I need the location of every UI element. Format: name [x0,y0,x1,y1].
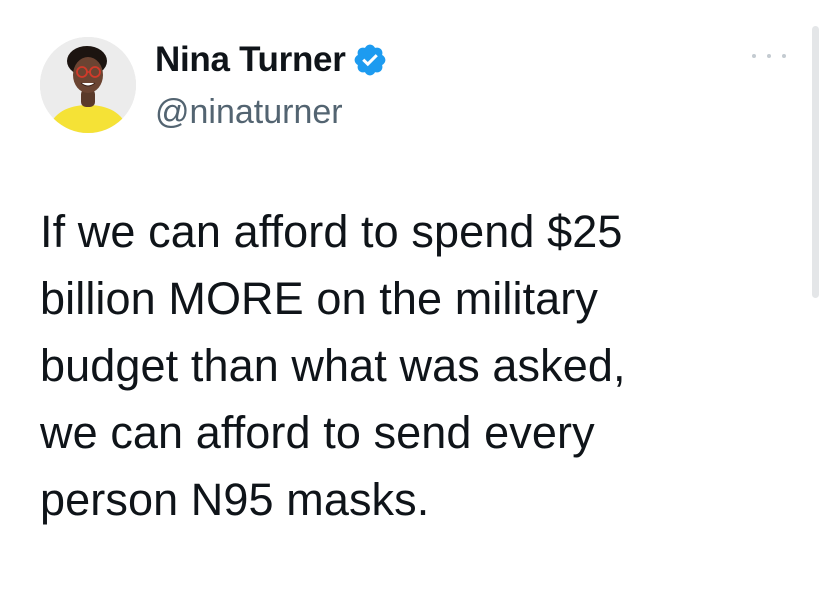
tweet-card: Nina Turner @ninaturner If we can afford… [0,0,827,590]
avatar[interactable] [40,37,136,133]
author-display-name[interactable]: Nina Turner [155,38,346,82]
avatar-photo [40,37,136,133]
tweet-text: If we can afford to spend $25 billion MO… [40,206,626,525]
verified-badge-icon [354,44,385,76]
more-dot [752,54,756,58]
more-dot [767,54,771,58]
author-handle[interactable]: @ninaturner [155,90,343,134]
scrollbar[interactable] [812,26,819,298]
more-dot [782,54,786,58]
more-options-icon[interactable] [752,46,786,66]
author-name-row: Nina Turner [155,38,388,82]
